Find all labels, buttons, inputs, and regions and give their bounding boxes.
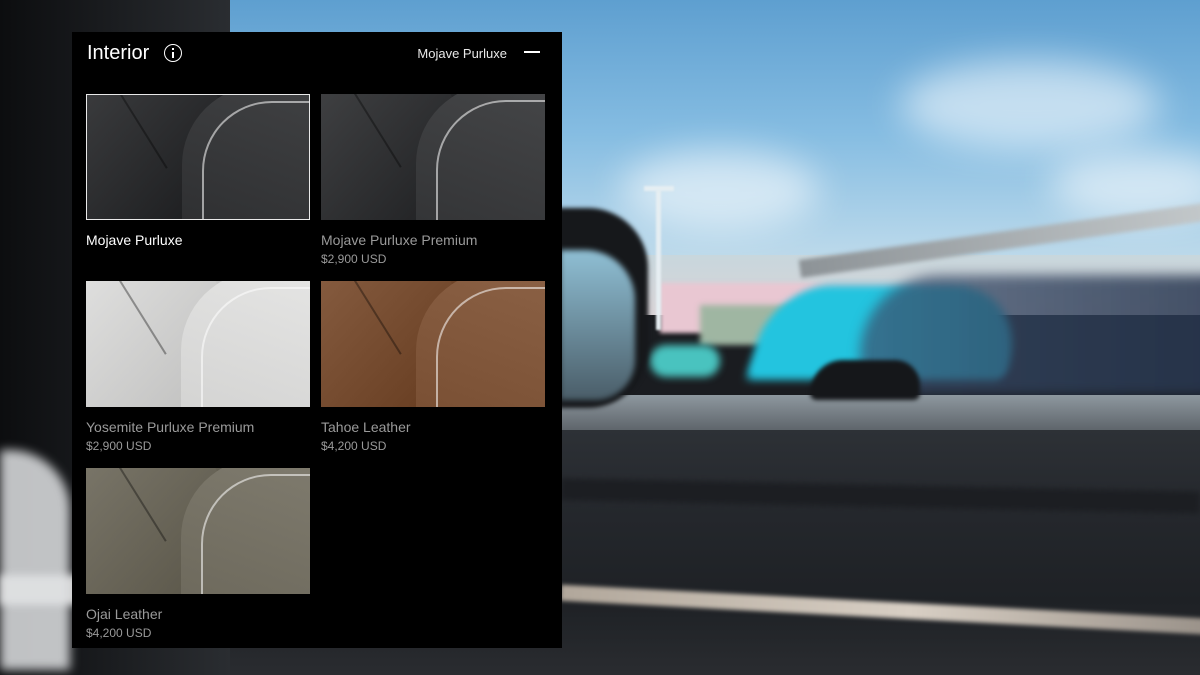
option-name: Mojave Purluxe Premium: [321, 232, 478, 248]
interior-panel: Interior Mojave Purluxe Mojave Purluxe M…: [72, 32, 562, 648]
option-yosemite-purluxe-premium[interactable]: Yosemite Purluxe Premium $2,900 USD: [86, 281, 310, 453]
option-price: $4,200 USD: [321, 439, 387, 453]
minus-icon[interactable]: [524, 44, 540, 60]
option-name: Tahoe Leather: [321, 419, 411, 435]
panel-title: Interior: [87, 42, 150, 64]
passing-car: [650, 345, 720, 377]
swatch[interactable]: [86, 468, 310, 594]
option-price: $4,200 USD: [86, 626, 152, 640]
selected-interior-name: Mojave Purluxe: [417, 46, 507, 61]
light-pole: [656, 190, 661, 330]
swatch[interactable]: [86, 94, 310, 220]
option-price: $2,900 USD: [321, 252, 387, 266]
option-name: Mojave Purluxe: [86, 232, 183, 248]
option-mojave-purluxe-premium[interactable]: Mojave Purluxe Premium $2,900 USD: [321, 94, 545, 266]
option-name: Yosemite Purluxe Premium: [86, 419, 255, 435]
cloud: [900, 60, 1160, 150]
info-icon[interactable]: [164, 44, 182, 62]
swatch[interactable]: [321, 281, 545, 407]
light-pole: [644, 186, 674, 191]
side-mirror: [810, 360, 920, 400]
option-ojai-leather[interactable]: Ojai Leather $4,200 USD: [86, 468, 310, 640]
mirror-glass: [560, 250, 635, 400]
option-price: $2,900 USD: [86, 439, 152, 453]
swatch[interactable]: [321, 94, 545, 220]
option-tahoe-leather[interactable]: Tahoe Leather $4,200 USD: [321, 281, 545, 453]
option-name: Ojai Leather: [86, 606, 163, 622]
swatch[interactable]: [86, 281, 310, 407]
panel-header: Interior Mojave Purluxe: [72, 32, 562, 80]
left-curve: [0, 450, 70, 670]
option-mojave-purluxe[interactable]: Mojave Purluxe: [86, 94, 310, 248]
